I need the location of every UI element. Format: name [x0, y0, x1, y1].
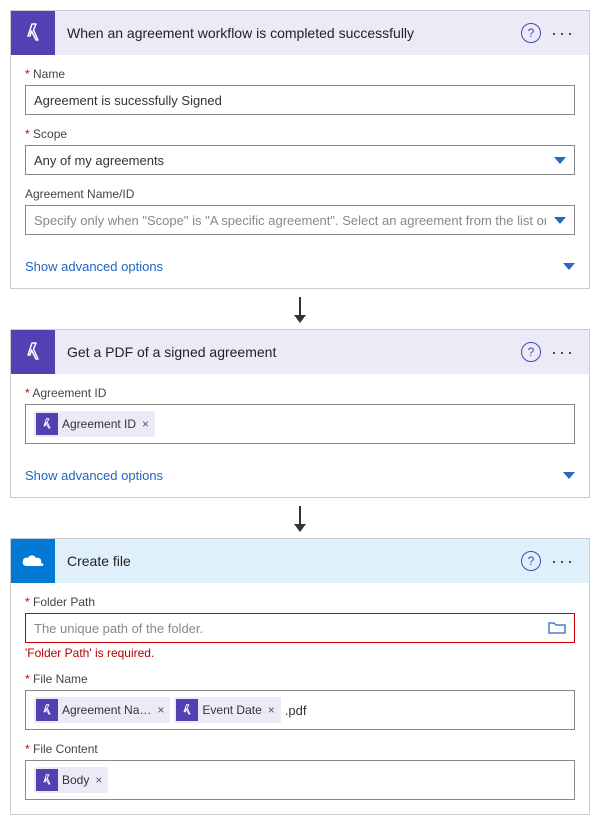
card-title: Create file	[55, 553, 521, 569]
adobe-sign-icon	[36, 413, 58, 435]
connector-arrow	[10, 289, 590, 329]
adobe-sign-icon	[11, 330, 55, 374]
more-icon[interactable]: ···	[551, 552, 575, 570]
card-title: Get a PDF of a signed agreement	[55, 344, 521, 360]
show-advanced-link[interactable]: Show advanced options	[11, 458, 589, 497]
dynamic-token[interactable]: Event Date ×	[174, 697, 280, 723]
help-icon[interactable]: ?	[521, 342, 541, 362]
card-body: Folder Path The unique path of the folde…	[11, 583, 589, 814]
more-icon[interactable]: ···	[551, 24, 575, 42]
help-icon[interactable]: ?	[521, 551, 541, 571]
more-icon[interactable]: ···	[551, 343, 575, 361]
name-input[interactable]: Agreement is sucessfully Signed	[25, 85, 575, 115]
action-card-pdf: Get a PDF of a signed agreement ? ··· Ag…	[10, 329, 590, 498]
card-header[interactable]: When an agreement workflow is completed …	[11, 11, 589, 55]
remove-token-icon[interactable]: ×	[155, 703, 166, 717]
card-header[interactable]: Create file ? ···	[11, 539, 589, 583]
dynamic-token[interactable]: Body ×	[34, 767, 108, 793]
adobe-sign-icon	[36, 769, 58, 791]
chevron-down-icon	[554, 157, 566, 164]
name-label: Name	[25, 67, 575, 81]
folder-path-input[interactable]: The unique path of the folder.	[25, 613, 575, 643]
agreement-id-input[interactable]: Agreement ID ×	[25, 404, 575, 444]
agreement-id-select[interactable]: Specify only when "Scope" is "A specific…	[25, 205, 575, 235]
card-header[interactable]: Get a PDF of a signed agreement ? ···	[11, 330, 589, 374]
connector-arrow	[10, 498, 590, 538]
scope-label: Scope	[25, 127, 575, 141]
remove-token-icon[interactable]: ×	[266, 703, 277, 717]
scope-select[interactable]: Any of my agreements	[25, 145, 575, 175]
folder-path-label: Folder Path	[25, 595, 575, 609]
onedrive-icon	[11, 539, 55, 583]
card-body: Name Agreement is sucessfully Signed Sco…	[11, 55, 589, 249]
action-card-createfile: Create file ? ··· Folder Path The unique…	[10, 538, 590, 815]
show-advanced-link[interactable]: Show advanced options	[11, 249, 589, 288]
agreement-id-label: Agreement ID	[25, 386, 575, 400]
dynamic-token[interactable]: Agreement Na… ×	[34, 697, 170, 723]
agreement-id-label: Agreement Name/ID	[25, 187, 575, 201]
file-content-input[interactable]: Body ×	[25, 760, 575, 800]
adobe-sign-icon	[11, 11, 55, 55]
adobe-sign-icon	[176, 699, 198, 721]
remove-token-icon[interactable]: ×	[93, 773, 104, 787]
chevron-down-icon	[563, 263, 575, 270]
file-extension: .pdf	[285, 703, 307, 718]
folder-path-error: 'Folder Path' is required.	[25, 646, 575, 660]
chevron-down-icon	[554, 217, 566, 224]
remove-token-icon[interactable]: ×	[140, 417, 151, 431]
arrow-down-icon	[299, 506, 301, 530]
trigger-card: When an agreement workflow is completed …	[10, 10, 590, 289]
adobe-sign-icon	[36, 699, 58, 721]
folder-picker-icon[interactable]	[548, 621, 566, 635]
card-body: Agreement ID Agreement ID ×	[11, 374, 589, 458]
file-content-label: File Content	[25, 742, 575, 756]
file-name-label: File Name	[25, 672, 575, 686]
file-name-input[interactable]: Agreement Na… × Event Date × .pdf	[25, 690, 575, 730]
card-title: When an agreement workflow is completed …	[55, 25, 521, 41]
help-icon[interactable]: ?	[521, 23, 541, 43]
dynamic-token[interactable]: Agreement ID ×	[34, 411, 155, 437]
chevron-down-icon	[563, 472, 575, 479]
arrow-down-icon	[299, 297, 301, 321]
